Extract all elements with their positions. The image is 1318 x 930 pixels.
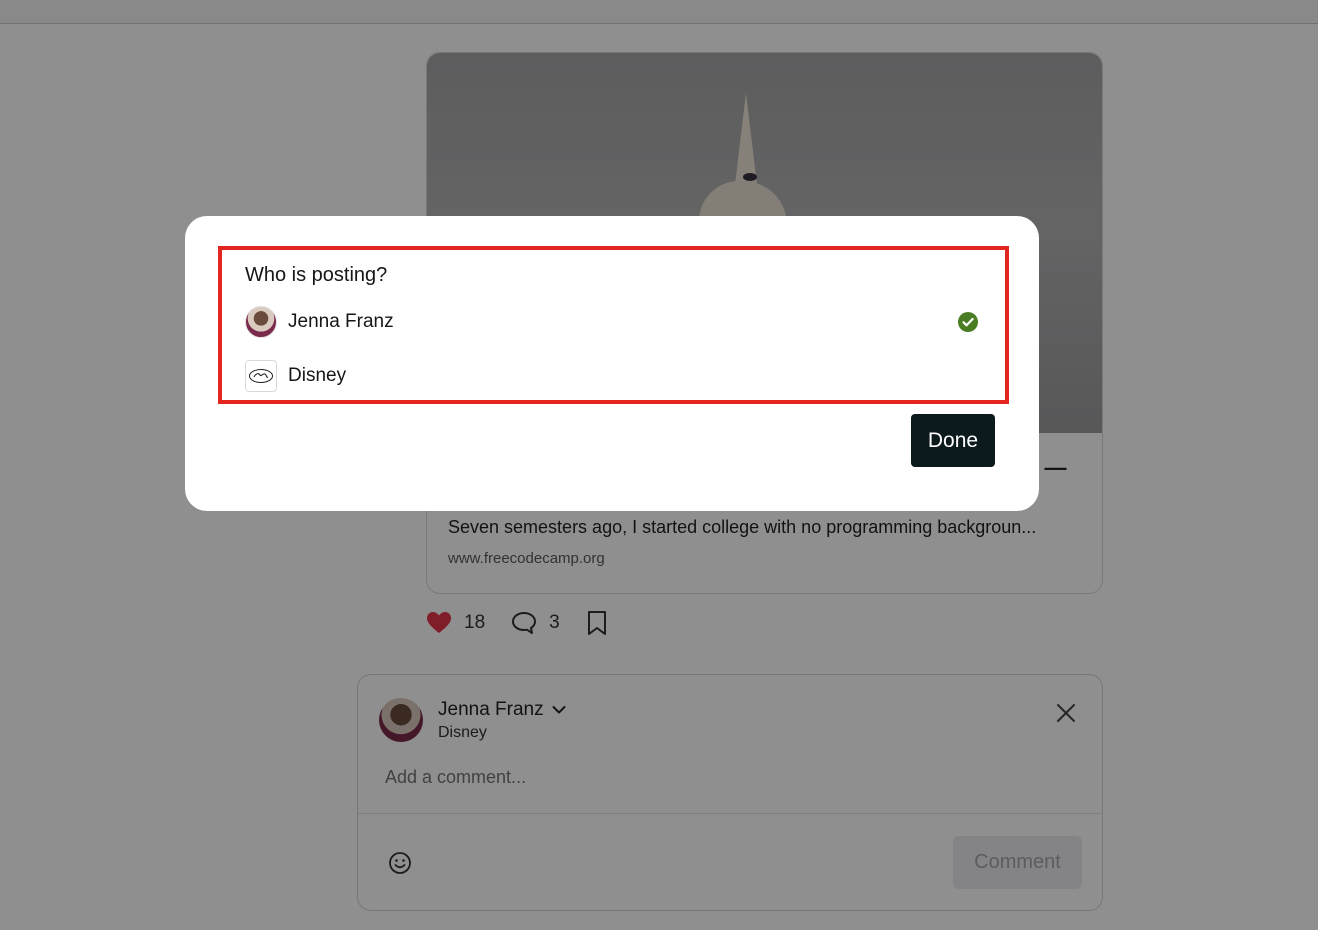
disney-logo-icon [245,360,277,392]
dialog-title: Who is posting? [245,264,388,286]
option-jenna-franz[interactable]: Jenna Franz [245,304,980,340]
done-button[interactable]: Done [911,414,995,467]
avatar [245,306,277,338]
option-label: Jenna Franz [288,311,394,332]
option-disney[interactable]: Disney [245,358,980,394]
check-circle-icon [957,311,979,333]
who-is-posting-dialog: Who is posting? Jenna Franz Disney Done [185,216,1039,511]
option-label: Disney [288,365,347,386]
